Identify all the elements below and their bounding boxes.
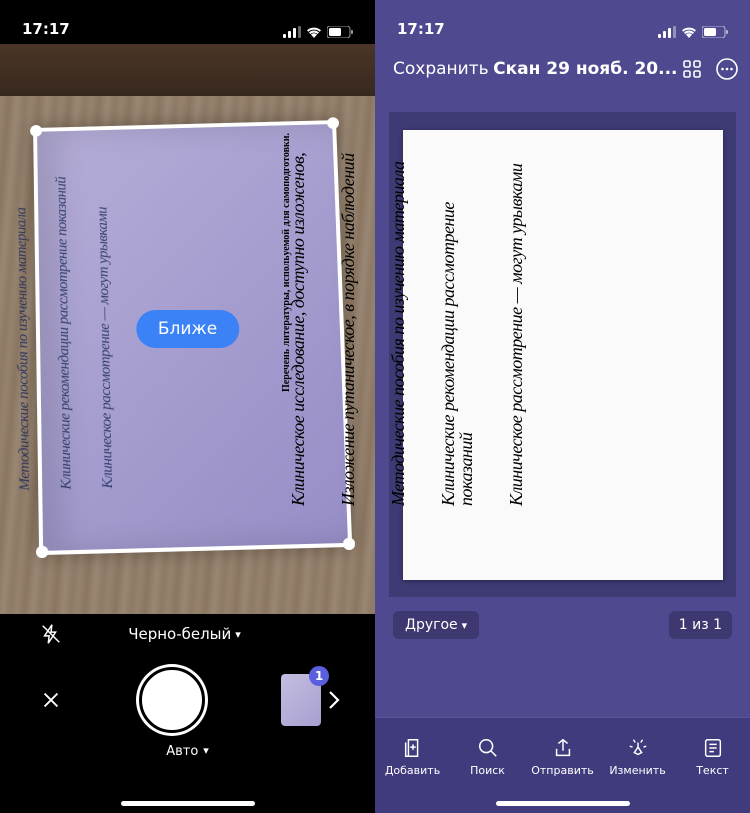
- wifi-icon: [306, 26, 322, 38]
- save-button[interactable]: Сохранить: [393, 59, 489, 79]
- thumbnail-stack[interactable]: 1: [281, 674, 341, 726]
- grid-icon[interactable]: [682, 59, 702, 79]
- capture-mode-label: Авто: [166, 744, 198, 759]
- home-indicator[interactable]: [121, 801, 255, 806]
- add-label: Добавить: [385, 764, 440, 777]
- chevron-right-icon[interactable]: [327, 689, 341, 711]
- tag-select[interactable]: Другое ▾: [393, 611, 479, 639]
- chevron-down-icon: ▾: [235, 628, 241, 641]
- capture-mode-select[interactable]: Авто ▾: [0, 744, 375, 759]
- scan-result-screen: 17:17 Сохранить Скан 29 нояб. 20...: [375, 0, 750, 813]
- wifi-icon: [681, 26, 697, 38]
- camera-options-strip: Черно-белый ▾: [0, 614, 375, 654]
- tag-label: Другое: [405, 617, 458, 633]
- status-time: 17:17: [22, 20, 70, 38]
- more-icon[interactable]: [716, 58, 738, 80]
- edit-label: Изменить: [609, 764, 665, 777]
- result-header: Сохранить Скан 29 нояб. 20...: [375, 44, 750, 94]
- meta-row: Другое ▾ 1 из 1: [375, 597, 750, 649]
- add-button[interactable]: Добавить: [375, 718, 450, 813]
- close-button[interactable]: [40, 689, 62, 711]
- chevron-down-icon: ▾: [203, 744, 209, 759]
- status-bar: 17:17: [375, 0, 750, 44]
- color-filter-select[interactable]: Черно-белый ▾: [128, 625, 241, 643]
- battery-icon: [702, 26, 728, 38]
- status-time: 17:17: [397, 20, 445, 38]
- send-button[interactable]: Отправить: [525, 718, 600, 813]
- flash-off-icon[interactable]: [40, 623, 62, 645]
- text-label: Текст: [696, 764, 729, 777]
- color-filter-label: Черно-белый: [128, 625, 231, 643]
- search-label: Поиск: [470, 764, 505, 777]
- camera-bottom-bar: 1 Авто ▾: [0, 654, 375, 813]
- scan-count-badge: 1: [309, 666, 329, 686]
- chevron-down-icon: ▾: [462, 619, 468, 632]
- cellular-icon: [658, 26, 676, 38]
- document-handwriting: Клиническое исследование, доступно излож…: [289, 126, 525, 506]
- proximity-hint: Ближе: [136, 310, 239, 348]
- status-indicators: [283, 26, 353, 38]
- search-button[interactable]: Поиск: [450, 718, 525, 813]
- status-bar: 17:17: [0, 0, 375, 44]
- status-indicators: [658, 26, 728, 38]
- edit-button[interactable]: Изменить: [600, 718, 675, 813]
- scanned-page[interactable]: Перечень литературы, испольуемой для сам…: [403, 130, 723, 580]
- send-label: Отправить: [531, 764, 594, 777]
- page-indicator: 1 из 1: [669, 611, 732, 639]
- text-button[interactable]: Текст: [675, 718, 750, 813]
- bottom-toolbar: Добавить Поиск Отправить Изменить Текст: [375, 717, 750, 813]
- scan-thumbnail[interactable]: 1: [281, 674, 321, 726]
- battery-icon: [327, 26, 353, 38]
- home-indicator[interactable]: [496, 801, 630, 806]
- scan-preview-area[interactable]: Перечень литературы, испольуемой для сам…: [389, 112, 736, 597]
- shutter-button[interactable]: [139, 667, 205, 733]
- document-title[interactable]: Скан 29 нояб. 20...: [493, 59, 677, 79]
